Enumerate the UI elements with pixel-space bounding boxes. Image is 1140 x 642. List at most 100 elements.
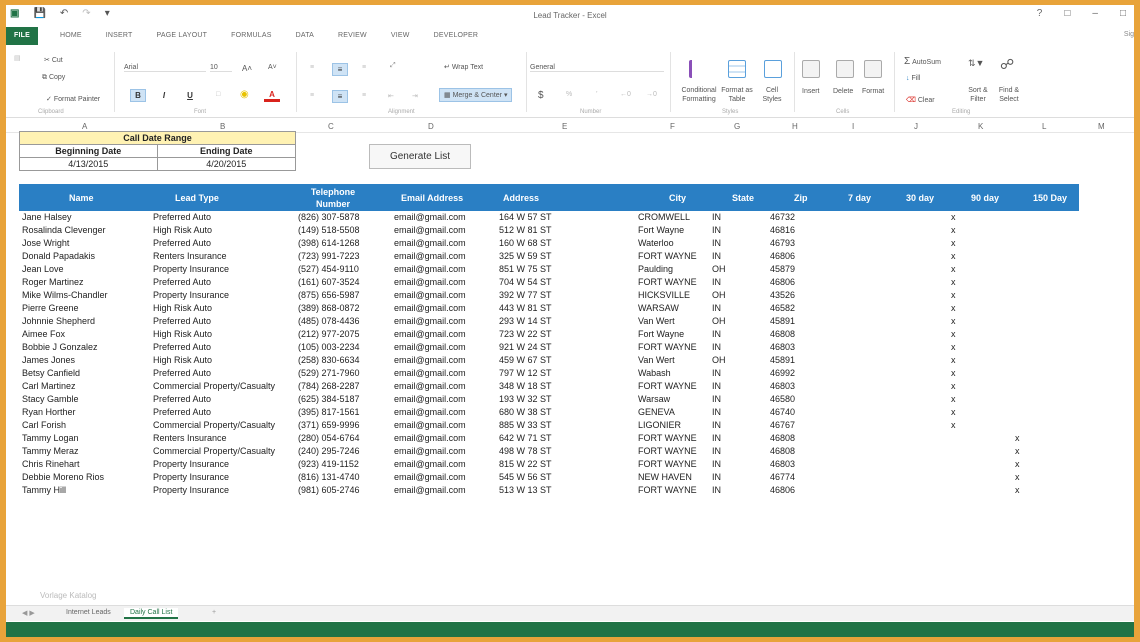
cell-telephone[interactable]: (240) 295-7246 (298, 446, 360, 456)
cell-state[interactable]: OH (712, 264, 726, 274)
font-name-select[interactable]: Arial (124, 64, 206, 72)
cell-email[interactable]: email@gmail.com (394, 277, 466, 287)
tab-data[interactable]: DATA (284, 27, 326, 45)
cell-day90[interactable]: x (951, 420, 956, 430)
cell-zip[interactable]: 46803 (770, 459, 795, 469)
sheet-tab-daily-call-list[interactable]: Daily Call List (124, 608, 179, 619)
cell-name[interactable]: Jean Love (22, 264, 64, 274)
copy-button[interactable]: ⧉ Copy (42, 74, 65, 82)
clear-button[interactable]: ⌫ Clear (906, 96, 935, 104)
column-header-k[interactable]: K (978, 122, 983, 131)
cell-lead-type[interactable]: Property Insurance (153, 290, 229, 300)
format-painter-button[interactable]: ✓ Format Painter (46, 95, 100, 103)
cell-email[interactable]: email@gmail.com (394, 472, 466, 482)
table-row[interactable]: Tammy Hill Property Insurance (981) 605-27… (6, 484, 1134, 497)
column-header-c[interactable]: C (328, 122, 334, 131)
cell-address[interactable]: 459 W 67 ST (499, 355, 552, 365)
cell-name[interactable]: Roger Martinez (22, 277, 84, 287)
cell-zip[interactable]: 46740 (770, 407, 795, 417)
cell-telephone[interactable]: (149) 518-5508 (298, 225, 360, 235)
cell-lead-type[interactable]: Renters Insurance (153, 433, 227, 443)
cell-lead-type[interactable]: Property Insurance (153, 264, 229, 274)
cell-address[interactable]: 723 W 22 ST (499, 329, 552, 339)
table-row[interactable]: Jane Halsey Preferred Auto (826) 307-5878 e… (6, 211, 1134, 224)
cell-city[interactable]: FORT WAYNE (638, 433, 697, 443)
cell-lead-type[interactable]: Renters Insurance (153, 251, 227, 261)
cell-state[interactable]: IN (712, 238, 721, 248)
cell-zip[interactable]: 46816 (770, 225, 795, 235)
cell-city[interactable]: Waterloo (638, 238, 674, 248)
cell-address[interactable]: 885 W 33 ST (499, 420, 552, 430)
cell-zip[interactable]: 46580 (770, 394, 795, 404)
cell-day150[interactable]: x (1015, 459, 1020, 469)
cell-city[interactable]: FORT WAYNE (638, 381, 697, 391)
cell-day150[interactable]: x (1015, 485, 1020, 495)
cell-email[interactable]: email@gmail.com (394, 264, 466, 274)
cell-email[interactable]: email@gmail.com (394, 394, 466, 404)
cell-state[interactable]: IN (712, 277, 721, 287)
cell-state[interactable]: IN (712, 329, 721, 339)
cut-button[interactable]: ✂ Cut (44, 56, 63, 64)
cell-name[interactable]: Pierre Greene (22, 303, 79, 313)
cell-lead-type[interactable]: Property Insurance (153, 485, 229, 495)
table-row[interactable]: Bobbie J Gonzalez Preferred Auto (105) 003… (6, 341, 1134, 354)
cell-email[interactable]: email@gmail.com (394, 355, 466, 365)
cell-state[interactable]: IN (712, 433, 721, 443)
table-row[interactable]: Carl Forish Commercial Property/Casualty (… (6, 419, 1134, 432)
cell-zip[interactable]: 46793 (770, 238, 795, 248)
font-size-select[interactable]: 10 (210, 64, 232, 72)
cell-name[interactable]: Tammy Logan (22, 433, 79, 443)
cell-telephone[interactable]: (816) 131-4740 (298, 472, 360, 482)
generate-list-button[interactable]: Generate List (369, 144, 471, 169)
cell-name[interactable]: Bobbie J Gonzalez (22, 342, 98, 352)
cell-zip[interactable]: 46808 (770, 446, 795, 456)
column-header-i[interactable]: I (852, 122, 854, 131)
cell-state[interactable]: IN (712, 407, 721, 417)
cell-day90[interactable]: x (951, 290, 956, 300)
cell-lead-type[interactable]: Commercial Property/Casualty (153, 446, 275, 456)
cell-address[interactable]: 325 W 59 ST (499, 251, 552, 261)
cell-address[interactable]: 704 W 54 ST (499, 277, 552, 287)
cell-day90[interactable]: x (951, 238, 956, 248)
cell-lead-type[interactable]: Preferred Auto (153, 368, 211, 378)
cell-city[interactable]: FORT WAYNE (638, 251, 697, 261)
cell-address[interactable]: 921 W 24 ST (499, 342, 552, 352)
paste-icon[interactable]: ▤ (14, 54, 21, 62)
align-middle-button[interactable]: ≡ (332, 63, 348, 76)
cell-state[interactable]: OH (712, 355, 726, 365)
cell-city[interactable]: Warsaw (638, 394, 670, 404)
delete-button[interactable]: Delete (833, 88, 853, 95)
align-top-icon[interactable]: ≡ (310, 64, 314, 71)
insert-button[interactable]: Insert (802, 88, 820, 95)
cell-city[interactable]: Wabash (638, 368, 671, 378)
sort-filter-button[interactable]: Sort & Filter (964, 86, 992, 104)
cell-city[interactable]: FORT WAYNE (638, 446, 697, 456)
cell-name[interactable]: Ryan Horther (22, 407, 76, 417)
cell-state[interactable]: IN (712, 368, 721, 378)
cell-city[interactable]: NEW HAVEN (638, 472, 692, 482)
cell-telephone[interactable]: (923) 419-1152 (298, 459, 359, 469)
cell-city[interactable]: Paulding (638, 264, 673, 274)
increase-indent-icon[interactable]: ⇥ (412, 92, 418, 100)
cell-state[interactable]: IN (712, 303, 721, 313)
column-header-j[interactable]: J (914, 122, 918, 131)
cell-state[interactable]: IN (712, 420, 721, 430)
cell-zip[interactable]: 46774 (770, 472, 795, 482)
cell-zip[interactable]: 46803 (770, 381, 795, 391)
tab-review[interactable]: REVIEW (326, 27, 379, 45)
percent-button[interactable]: % (566, 91, 572, 98)
cell-address[interactable]: 680 W 38 ST (499, 407, 552, 417)
cell-email[interactable]: email@gmail.com (394, 316, 466, 326)
cell-day90[interactable]: x (951, 407, 956, 417)
cell-address[interactable]: 513 W 13 ST (499, 485, 552, 495)
cell-day90[interactable]: x (951, 212, 956, 222)
cell-state[interactable]: IN (712, 225, 721, 235)
table-row[interactable]: Stacy Gamble Preferred Auto (625) 384-5187… (6, 393, 1134, 406)
cell-lead-type[interactable]: Preferred Auto (153, 277, 211, 287)
table-row[interactable]: Roger Martinez Preferred Auto (161) 607-35… (6, 276, 1134, 289)
decrease-decimal-icon[interactable]: →0 (646, 91, 657, 98)
grow-font-icon[interactable]: A˄ (242, 64, 252, 73)
cell-name[interactable]: Debbie Moreno Rios (22, 472, 104, 482)
column-header-h[interactable]: H (792, 122, 798, 131)
column-header-l[interactable]: L (1042, 122, 1046, 131)
